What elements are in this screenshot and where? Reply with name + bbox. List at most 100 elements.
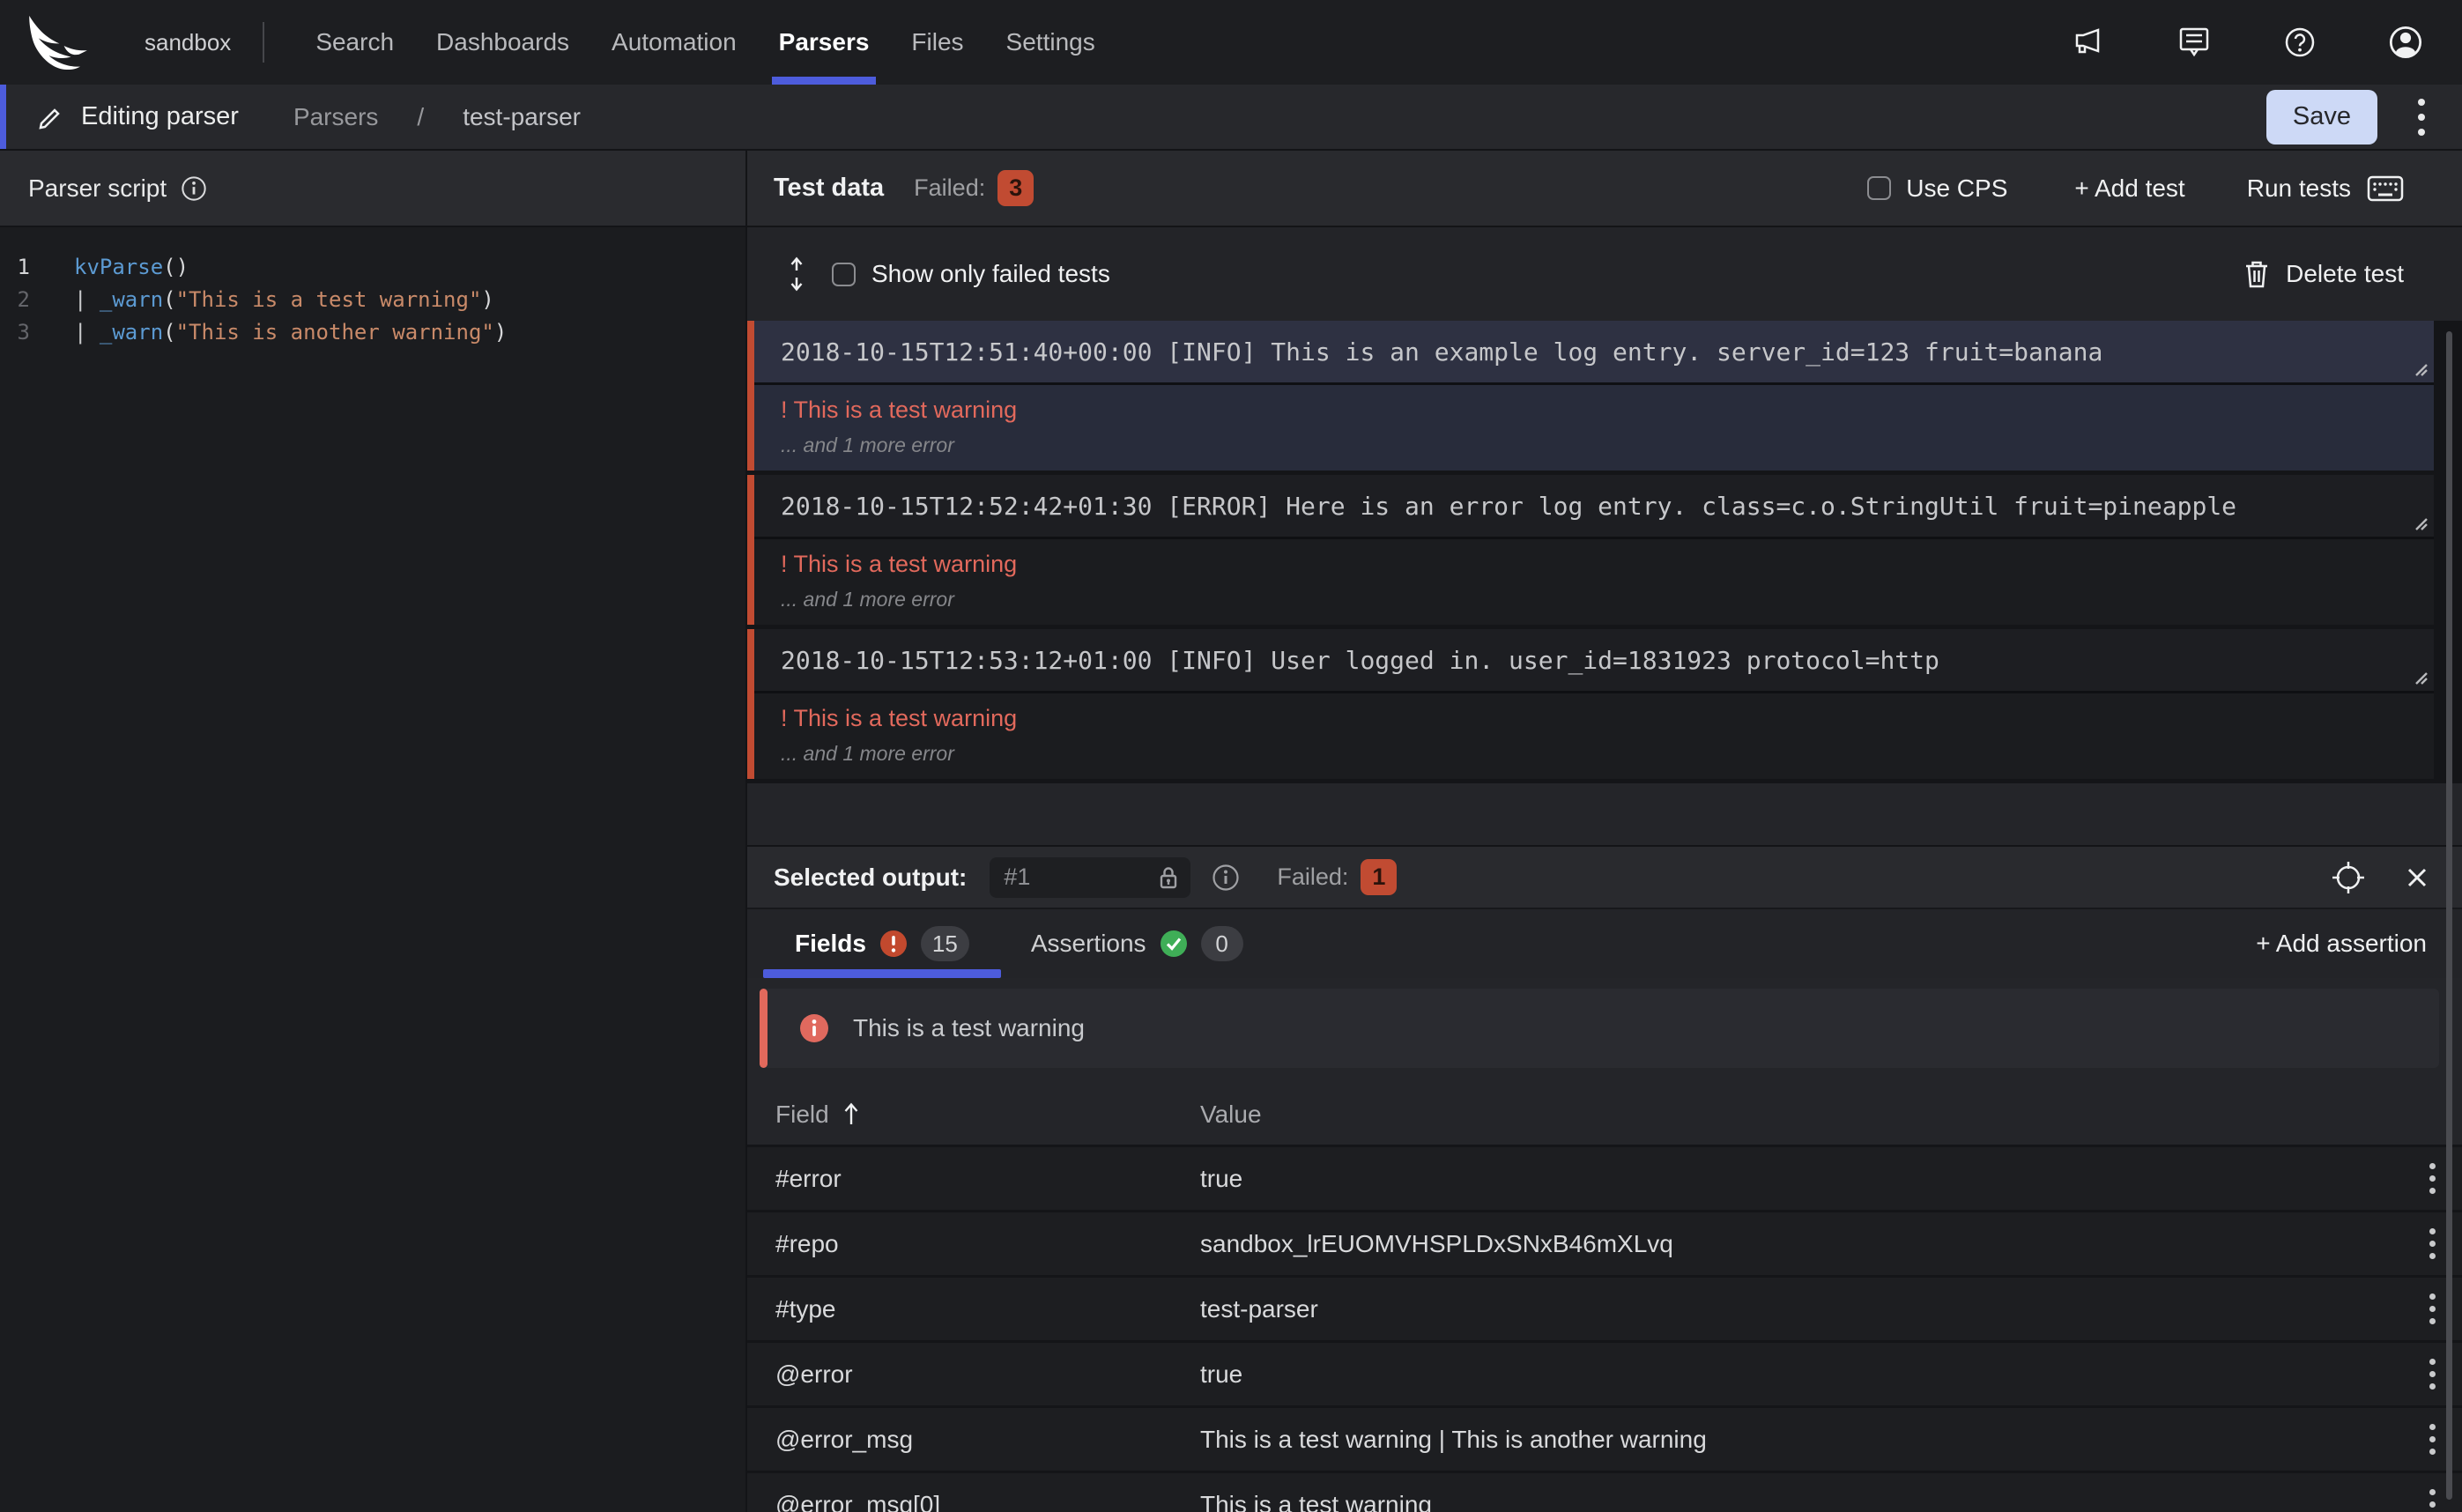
use-cps-checkbox[interactable] [1867, 176, 1891, 200]
failed-count-badge: 3 [997, 170, 1034, 206]
nav-item-files[interactable]: Files [911, 0, 963, 85]
column-field-label[interactable]: Field [775, 1101, 829, 1129]
trash-icon [2243, 259, 2270, 289]
nav-item-parsers[interactable]: Parsers [779, 0, 870, 85]
code-text: kvParse() [74, 255, 189, 279]
field-row[interactable]: @error_msg This is a test warning | This… [747, 1408, 2462, 1473]
info-icon[interactable] [1212, 863, 1240, 892]
field-name: @error_msg[0] [775, 1491, 1200, 1512]
output-tabs: Fields 15 Assertions 0 + Add assertion [747, 908, 2462, 978]
run-tests-button[interactable]: Run tests [2247, 174, 2404, 203]
row-menu-icon[interactable] [2426, 1420, 2439, 1458]
lock-icon [1157, 864, 1180, 891]
test-data-header: Test data Failed: 3 Use CPS + Add test R… [747, 151, 2462, 227]
workspace-name[interactable]: sandbox [145, 29, 231, 56]
mode-label: Editing parser [81, 102, 239, 131]
close-icon[interactable] [2402, 863, 2432, 893]
test-error-summary: ! This is a test warning ... and 1 more … [754, 693, 2434, 779]
field-name: @error_msg [775, 1426, 1200, 1454]
field-name: #error [775, 1165, 1200, 1193]
warning-banner: This is a test warning [760, 989, 2439, 1068]
main-nav: Search Dashboards Automation Parsers Fil… [315, 0, 1094, 85]
fields-count-pill: 15 [921, 926, 969, 961]
crosshair-icon[interactable] [2330, 859, 2367, 896]
show-only-failed-checkbox[interactable] [832, 263, 856, 286]
row-menu-icon[interactable] [2426, 1355, 2439, 1393]
overflow-menu-icon[interactable] [2414, 95, 2429, 139]
tab-assertions[interactable]: Assertions 0 [1031, 909, 1243, 978]
selected-test-ref-value: #1 [1004, 863, 1157, 891]
test-input-textarea[interactable]: 2018-10-15T12:53:12+01:00 [INFO] User lo… [754, 629, 2434, 693]
test-case-row[interactable]: 2018-10-15T12:53:12+01:00 [INFO] User lo… [747, 629, 2434, 779]
nav-right [2071, 25, 2423, 60]
editor-toolbar: Editing parser Parsers / test-parser Sav… [0, 85, 2462, 151]
row-menu-icon[interactable] [2426, 1160, 2439, 1197]
breadcrumb-parsers[interactable]: Parsers [293, 103, 378, 131]
test-case-row[interactable]: 2018-10-15T12:51:40+00:00 [INFO] This is… [747, 321, 2434, 471]
announcements-icon[interactable] [2071, 25, 2106, 60]
scrollbar[interactable] [2446, 331, 2452, 1500]
more-errors-text: ... and 1 more error [781, 588, 2434, 611]
field-value: true [1200, 1165, 2388, 1193]
error-icon [879, 930, 908, 958]
add-assertion-button[interactable]: + Add assertion [2256, 930, 2427, 958]
sort-ascending-icon[interactable] [842, 1101, 861, 1128]
nav-item-search[interactable]: Search [315, 0, 394, 85]
nav-item-automation[interactable]: Automation [612, 0, 737, 85]
test-input-textarea[interactable]: 2018-10-15T12:52:42+01:30 [ERROR] Here i… [754, 475, 2434, 539]
keyboard-shortcut-icon [2367, 174, 2404, 203]
field-row[interactable]: #type test-parser [747, 1278, 2462, 1343]
resize-grip-icon[interactable] [2411, 359, 2429, 377]
selected-test-ref-field[interactable]: #1 [990, 857, 1190, 898]
row-menu-icon[interactable] [2426, 1225, 2439, 1263]
test-case-row[interactable]: 2018-10-15T12:52:42+01:30 [ERROR] Here i… [747, 475, 2434, 625]
row-menu-icon[interactable] [2426, 1486, 2439, 1512]
field-row[interactable]: @error_msg[0] This is a test warning [747, 1473, 2462, 1512]
test-warning-text: ! This is a test warning [781, 397, 2434, 424]
crowdstrike-falcon-logo-icon[interactable] [23, 13, 100, 71]
show-only-failed-label[interactable]: Show only failed tests [871, 260, 1110, 288]
row-menu-icon[interactable] [2426, 1290, 2439, 1328]
code-line: 1 kvParse() [0, 250, 745, 283]
feedback-icon[interactable] [2176, 25, 2212, 60]
selected-output-label: Selected output: [774, 863, 967, 892]
line-number: 1 [0, 255, 30, 279]
info-icon[interactable] [181, 175, 207, 202]
field-row[interactable]: #repo sandbox_lrEUOMVHSPLDxSNxB46mXLvq [747, 1212, 2462, 1278]
parser-script-header: Parser script [0, 151, 745, 227]
failed-count-badge: 1 [1361, 859, 1397, 895]
use-cps-toggle[interactable]: Use CPS [1867, 174, 2007, 203]
failed-label: Failed: [1277, 863, 1348, 891]
tab-fields[interactable]: Fields 15 [763, 909, 1001, 978]
field-value: This is a test warning | This is another… [1200, 1426, 2388, 1454]
field-value: sandbox_lrEUOMVHSPLDxSNxB46mXLvq [1200, 1230, 2388, 1258]
breadcrumb-current: test-parser [463, 103, 581, 131]
add-test-button[interactable]: + Add test [2074, 174, 2184, 203]
code-line: 3 | _warn("This is another warning") [0, 315, 745, 348]
column-value-label: Value [1200, 1101, 2388, 1129]
resize-grip-icon[interactable] [2411, 668, 2429, 686]
help-icon[interactable] [2282, 25, 2317, 60]
code-line: 2 | _warn("This is a test warning") [0, 283, 745, 315]
breadcrumb-separator: / [417, 103, 424, 131]
test-error-summary: ! This is a test warning ... and 1 more … [754, 385, 2434, 471]
field-name: #repo [775, 1230, 1200, 1258]
field-row[interactable]: #error true [747, 1147, 2462, 1212]
test-input-textarea[interactable]: 2018-10-15T12:51:40+00:00 [INFO] This is… [754, 321, 2434, 385]
nav-item-dashboards[interactable]: Dashboards [436, 0, 569, 85]
more-errors-text: ... and 1 more error [781, 742, 2434, 766]
code-editor[interactable]: 1 kvParse() 2 | _warn("This is a test wa… [0, 227, 745, 1512]
scrollbar-thumb[interactable] [2446, 331, 2452, 1500]
resize-grip-icon[interactable] [2411, 514, 2429, 531]
test-log-text: 2018-10-15T12:53:12+01:00 [INFO] User lo… [781, 646, 1939, 675]
test-log-text: 2018-10-15T12:51:40+00:00 [INFO] This is… [781, 337, 2102, 367]
save-button[interactable]: Save [2266, 90, 2377, 145]
line-number: 2 [0, 287, 30, 312]
nav-item-settings[interactable]: Settings [1006, 0, 1095, 85]
delete-test-label: Delete test [2286, 260, 2404, 288]
delete-test-button[interactable]: Delete test [2243, 259, 2404, 289]
field-row[interactable]: @error true [747, 1343, 2462, 1408]
resize-vertical-icon[interactable] [788, 256, 805, 293]
parser-script-title: Parser script [28, 174, 167, 203]
account-icon[interactable] [2388, 25, 2423, 60]
